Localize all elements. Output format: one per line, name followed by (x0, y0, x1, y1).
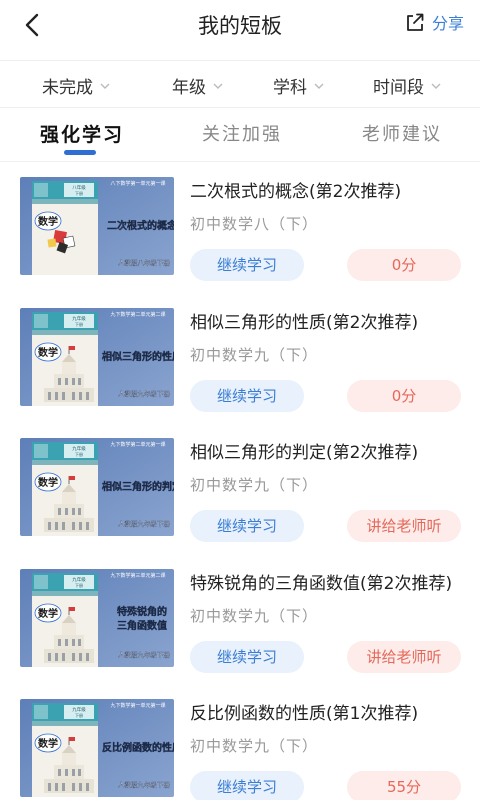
cover-grade: 九年级 (72, 706, 86, 713)
lesson-thumbnail[interactable]: 九年级 下册 数学 九下数学第一单元第一课 反比例函数的性质 人教版九年级下册 (20, 699, 174, 797)
cover-publisher: 人教版九年级下册 (118, 389, 171, 398)
cover-caption: 九下数学第二单元第一课 (110, 441, 165, 448)
cover-topic: 反比例函数的性质 (102, 741, 174, 754)
explain-to-teacher-button[interactable]: 讲给老师听 (347, 510, 461, 542)
cover-grade: 八年级 (72, 184, 86, 191)
cover-caption: 九下数学第三单元第二课 (110, 572, 165, 579)
lesson-title: 相似三角形的判定(第2次推荐) (190, 443, 419, 463)
lesson-subject: 初中数学九（下） (190, 346, 319, 364)
lesson-cover-image: 九年级 下册 数学 九下数学第一单元第一课 反比例函数的性质 人教版九年级下册 (20, 699, 174, 797)
cover-volume: 下册 (75, 583, 83, 588)
share-label: 分享 (431, 14, 464, 33)
cover-book-title: 数学 (38, 346, 58, 359)
cover-caption: 九下数学第一单元第一课 (110, 702, 165, 709)
score-badge[interactable]: 0分 (347, 380, 461, 412)
lesson-list-item[interactable]: 八年级 下册 数学 八下数学第一单元第一课 二次根式的概念 人教版八年级下册 二… (0, 177, 480, 289)
continue-learning-button[interactable]: 继续学习 (190, 249, 304, 281)
filter-grade[interactable]: 年级 (172, 73, 224, 98)
top-bar: 我的短板 分享 (0, 0, 480, 52)
filter-time-period[interactable]: 时间段 (373, 73, 442, 98)
cover-publisher: 人教版九年级下册 (118, 650, 171, 659)
lesson-title: 特殊锐角的三角函数值(第2次推荐) (190, 574, 453, 594)
cover-caption: 九下数学第二单元第二课 (110, 311, 165, 318)
cover-topic: 相似三角形的性质 (102, 350, 174, 363)
lesson-cover-image: 九年级 下册 数学 九下数学第二单元第二课 相似三角形的性质 人教版九年级下册 (20, 308, 174, 406)
cover-volume: 下册 (75, 713, 83, 718)
cover-book-title: 数学 (38, 607, 58, 620)
lesson-cover-image: 九年级 下册 数学 九下数学第二单元第一课 相似三角形的判定 人教版九年级下册 (20, 438, 174, 536)
lesson-title: 二次根式的概念(第2次推荐) (190, 182, 402, 202)
lesson-thumbnail[interactable]: 九年级 下册 数学 九下数学第二单元第一课 相似三角形的判定 人教版九年级下册 (20, 438, 174, 536)
chevron-down-icon (213, 83, 223, 89)
cover-grade: 九年级 (72, 445, 86, 452)
continue-learning-button[interactable]: 继续学习 (190, 510, 304, 542)
filter-subject[interactable]: 学科 (273, 73, 325, 98)
active-tab-indicator (64, 150, 96, 155)
cover-publisher: 人教版八年级下册 (118, 258, 171, 267)
cover-grade: 九年级 (72, 315, 86, 322)
score-badge[interactable]: 55分 (347, 771, 461, 800)
lesson-subject: 初中数学九（下） (190, 476, 319, 494)
lesson-subject: 初中数学九（下） (190, 737, 319, 755)
filter-label: 学科 (273, 78, 307, 98)
cover-book-title: 数学 (38, 737, 58, 750)
continue-learning-button[interactable]: 继续学习 (190, 380, 304, 412)
chevron-down-icon (314, 83, 324, 89)
lesson-thumbnail[interactable]: 九年级 下册 数学 九下数学第二单元第二课 相似三角形的性质 人教版九年级下册 (20, 308, 174, 406)
lesson-thumbnail[interactable]: 八年级 下册 数学 八下数学第一单元第一课 二次根式的概念 人教版八年级下册 (20, 177, 174, 275)
cover-caption: 八下数学第一单元第一课 (110, 180, 165, 187)
chevron-down-icon (100, 83, 110, 89)
lesson-list-item[interactable]: 九年级 下册 数学 九下数学第三单元第二课 特殊锐角的 三角函数值 人教版九年级下… (0, 569, 480, 681)
lesson-thumbnail[interactable]: 九年级 下册 数学 九下数学第三单元第二课 特殊锐角的 三角函数值 人教版九年级下… (20, 569, 174, 667)
cover-topic: 三角函数值 (117, 619, 167, 632)
lesson-list-item[interactable]: 九年级 下册 数学 九下数学第一单元第一课 反比例函数的性质 人教版九年级下册 … (0, 699, 480, 800)
tab-focus-strengthen[interactable]: 关注加强 (202, 120, 282, 146)
cover-topic: 特殊锐角的 (117, 605, 167, 618)
filter-label: 未完成 (42, 78, 93, 98)
cover-volume: 下册 (75, 452, 83, 457)
lesson-subject: 初中数学八（下） (190, 215, 319, 233)
lesson-subject: 初中数学九（下） (190, 607, 319, 625)
filter-bar: 未完成 年级 学科 时间段 (0, 60, 480, 108)
filter-status[interactable]: 未完成 (42, 73, 111, 98)
cover-topic: 相似三角形的判定 (102, 480, 174, 493)
cover-volume: 下册 (75, 322, 83, 327)
chevron-down-icon (431, 83, 441, 89)
tab-reinforce-learning[interactable]: 强化学习 (40, 120, 124, 147)
cover-volume: 下册 (75, 191, 83, 196)
share-button[interactable]: 分享 (404, 10, 464, 34)
score-badge[interactable]: 0分 (347, 249, 461, 281)
lesson-list-item[interactable]: 九年级 下册 数学 九下数学第二单元第一课 相似三角形的判定 人教版九年级下册 … (0, 438, 480, 550)
cover-publisher: 人教版九年级下册 (118, 780, 171, 789)
filter-label: 年级 (172, 78, 206, 98)
cover-book-title: 数学 (38, 215, 58, 228)
lesson-list-item[interactable]: 九年级 下册 数学 九下数学第二单元第二课 相似三角形的性质 人教版九年级下册 … (0, 308, 480, 420)
cover-topic: 二次根式的概念 (107, 219, 174, 232)
tab-teacher-advice[interactable]: 老师建议 (362, 120, 442, 146)
lesson-title: 反比例函数的性质(第1次推荐) (190, 704, 419, 724)
cover-publisher: 人教版九年级下册 (118, 519, 171, 528)
filter-label: 时间段 (373, 78, 424, 98)
explain-to-teacher-button[interactable]: 讲给老师听 (347, 641, 461, 673)
cover-book-title: 数学 (38, 476, 58, 489)
lesson-title: 相似三角形的性质(第2次推荐) (190, 313, 419, 333)
continue-learning-button[interactable]: 继续学习 (190, 771, 304, 800)
lesson-cover-image: 九年级 下册 数学 九下数学第三单元第二课 特殊锐角的三角函数值 人教版九年级下… (20, 569, 174, 667)
lesson-cover-image: 八年级 下册 数学 八下数学第一单元第一课 二次根式的概念 人教版八年级下册 (20, 177, 174, 275)
share-icon (407, 13, 424, 31)
cover-grade: 九年级 (72, 576, 86, 583)
continue-learning-button[interactable]: 继续学习 (190, 641, 304, 673)
